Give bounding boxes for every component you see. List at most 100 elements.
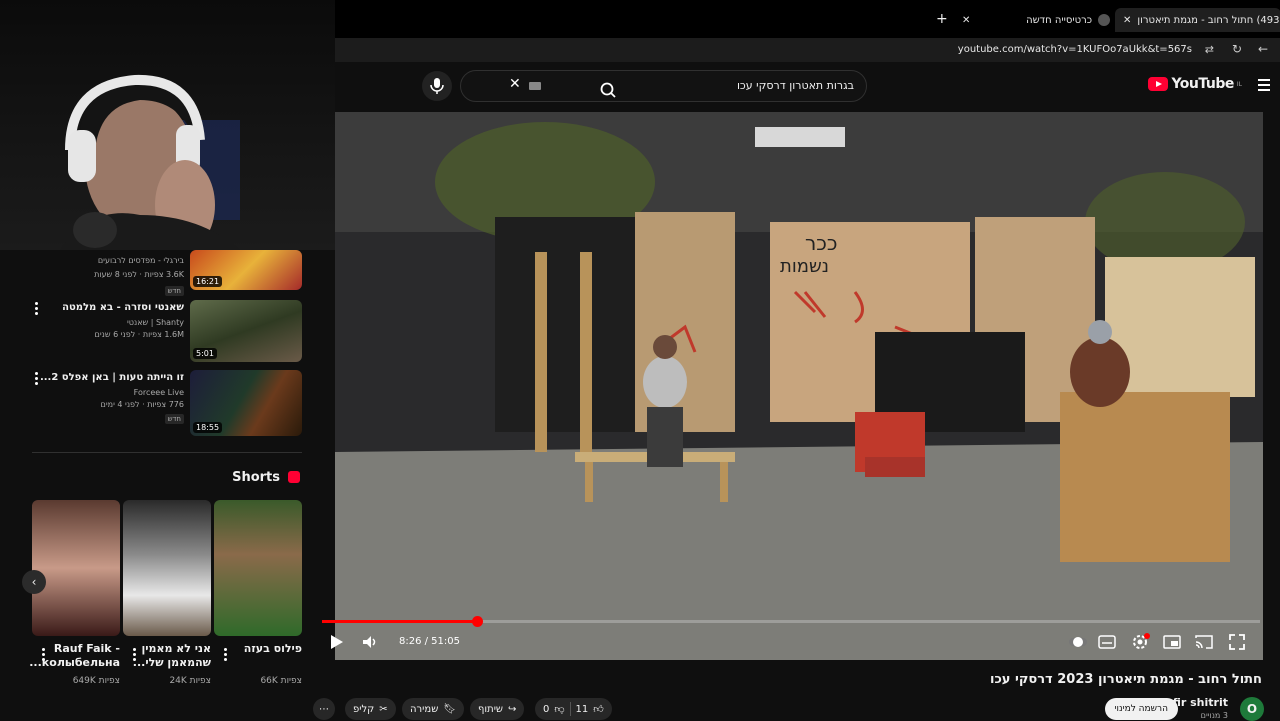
autoplay-toggle-icon[interactable] <box>1068 632 1088 652</box>
more-actions-button[interactable]: ⋯ <box>313 698 335 720</box>
video-meta: 776 צפיות · לפני 4 ימים <box>100 400 184 409</box>
short-title[interactable]: Rauf Faik - колыбельна... <box>29 642 120 670</box>
tab-new-tab[interactable]: ✕ כרטיסייה חדשה <box>960 8 1116 32</box>
related-video-item[interactable]: 18:55 זו הייתה טעות | באן אפלס 2... Forc… <box>40 370 302 436</box>
more-actions-icon[interactable] <box>42 648 45 663</box>
time-display: 8:26 / 51:05 <box>399 636 461 647</box>
video-meta: 3.6K צפיות · לפני 8 שעות <box>94 270 184 279</box>
clear-search-icon[interactable]: ✕ <box>509 76 521 92</box>
video-player[interactable]: ככר נשמות <box>335 112 1263 660</box>
progress-bar[interactable] <box>322 616 1260 627</box>
subscriber-count: 3 מנויים <box>1200 711 1228 720</box>
logo-region: IL <box>1236 80 1242 88</box>
streamer-face-image <box>60 74 240 250</box>
webcam-overlay <box>0 0 335 250</box>
channel-avatar[interactable]: O <box>1240 697 1264 721</box>
video-meta: 1.6M צפיות · לפני 6 שנים <box>94 330 184 339</box>
volume-icon[interactable] <box>360 632 380 652</box>
thumbs-down-icon[interactable]: 👎︎ <box>554 703 564 715</box>
video-title[interactable]: שאנטי וסזרה - בא מלמטה <box>62 302 184 313</box>
scissors-icon: ✂ <box>379 703 388 715</box>
related-sidebar: 16:21 בירגלי - מפדסים לרבועים 3.6K צפיות… <box>0 250 335 720</box>
shorts-heading: Shorts <box>232 470 280 485</box>
tab-current-video[interactable]: ✕ (493) חתול רחוב - מגמת תיאטרון <box>1115 8 1280 32</box>
site-settings-icon[interactable]: ⇄ <box>1205 43 1214 56</box>
youtube-play-logo-icon <box>1148 77 1169 91</box>
more-actions-icon[interactable] <box>224 648 227 663</box>
related-video-item[interactable]: 5:01 שאנטי וסזרה - בא מלמטה שאנטי | Shan… <box>47 300 302 362</box>
subscribe-button[interactable]: הרשמה למינוי <box>1104 698 1178 720</box>
tab-label: (493) חתול רחוב - מגמת תיאטרון <box>1137 14 1280 26</box>
save-label: שמירה <box>410 703 439 715</box>
thumbs-up-icon[interactable]: 👍︎ <box>593 703 603 715</box>
short-title[interactable]: פילוס בעזה <box>214 642 302 656</box>
subtitles-icon[interactable] <box>1097 632 1117 652</box>
channel-name[interactable]: בירגלי - מפדסים לרבועים <box>98 256 184 265</box>
youtube-logo[interactable]: YouTube IL <box>1148 76 1242 92</box>
short-thumbnail[interactable] <box>214 500 302 636</box>
back-arrow-icon[interactable]: ← <box>1258 42 1268 56</box>
short-thumbnail[interactable] <box>32 500 120 636</box>
more-actions-icon[interactable] <box>35 302 38 317</box>
more-actions-icon[interactable] <box>35 372 38 387</box>
video-thumbnail[interactable]: 18:55 <box>190 370 302 436</box>
play-icon[interactable] <box>326 632 346 652</box>
microphone-icon[interactable] <box>422 71 452 101</box>
like-count: 11 <box>575 703 589 715</box>
video-thumbnail[interactable]: 5:01 <box>190 300 302 362</box>
video-title[interactable]: זו הייתה טעות | באן אפלס 2... <box>40 372 184 383</box>
clip-button[interactable]: קליפ ✂ <box>345 698 396 720</box>
short-thumbnail[interactable] <box>123 500 211 636</box>
close-tab-icon[interactable]: ✕ <box>1123 15 1131 26</box>
fullscreen-icon[interactable] <box>1227 632 1247 652</box>
shorts-prev-button[interactable]: ‹ <box>22 570 46 594</box>
svg-text:נשמות: נשמות <box>780 256 829 277</box>
new-tab-button[interactable]: + <box>936 11 948 27</box>
share-label: שיתוף <box>478 703 504 715</box>
video-frame-stage-image: ככר נשמות <box>335 112 1263 660</box>
keyboard-icon[interactable] <box>529 82 541 90</box>
progress-fill <box>322 620 477 623</box>
chrome-favicon-icon <box>1098 14 1110 26</box>
video-duration: 5:01 <box>193 348 217 359</box>
tab-label: כרטיסייה חדשה <box>1026 14 1092 26</box>
search-input[interactable]: בגרות תאטרון דרסקי עכו <box>737 79 854 92</box>
search-icon[interactable] <box>594 76 624 106</box>
clip-label: קליפ <box>353 703 375 715</box>
more-horizontal-icon: ⋯ <box>319 703 329 715</box>
bookmark-icon: 🔖︎ <box>443 703 456 715</box>
channel-name[interactable]: Forceee Live <box>134 388 184 397</box>
miniplayer-icon[interactable] <box>1162 632 1182 652</box>
reload-icon[interactable]: ↻ <box>1232 42 1242 56</box>
dislike-count: 0 <box>543 703 550 715</box>
like-dislike-group[interactable]: 0 👎︎ 11 👍︎ <box>535 698 612 720</box>
new-badge: חדש <box>164 414 184 424</box>
more-actions-icon[interactable] <box>133 648 136 663</box>
shorts-logo-icon <box>288 471 300 483</box>
close-tab-icon[interactable]: ✕ <box>962 15 970 26</box>
svg-text:ככר: ככר <box>805 231 837 255</box>
hamburger-menu-icon[interactable] <box>1258 79 1270 94</box>
new-badge: חדש <box>164 286 184 296</box>
divider <box>569 702 571 716</box>
channel-name[interactable]: שאנטי | Shanty <box>127 318 184 327</box>
cast-icon[interactable] <box>1194 632 1214 652</box>
logo-text: YouTube <box>1171 76 1234 92</box>
url-text[interactable]: youtube.com/watch?v=1KUFOo7aUkk&t=567s <box>958 44 1192 55</box>
short-title[interactable]: אני לא מאמין שהמאמן שלי... <box>123 642 211 670</box>
save-button[interactable]: שמירה 🔖︎ <box>402 698 464 720</box>
video-duration: 16:21 <box>193 276 223 287</box>
share-arrow-icon: ↪ <box>508 703 517 715</box>
video-thumbnail[interactable]: 16:21 <box>190 250 302 290</box>
divider <box>32 452 302 453</box>
video-duration: 18:55 <box>193 422 223 433</box>
address-bar[interactable]: youtube.com/watch?v=1KUFOo7aUkk&t=567s ⇄… <box>335 38 1280 62</box>
short-views: 24K צפיות <box>169 676 211 686</box>
video-title: חתול רחוב - מגמת תיאטרון 2023 דרסקי עכו <box>989 672 1262 687</box>
scrubber-handle[interactable] <box>471 616 483 627</box>
search-box[interactable]: בגרות תאטרון דרסקי עכו ✕ <box>460 70 867 102</box>
short-views: 66K צפיות <box>260 676 302 686</box>
short-views: 649K צפיות <box>72 676 120 686</box>
settings-gear-icon[interactable] <box>1130 632 1150 652</box>
share-button[interactable]: שיתוף ↪ <box>470 698 525 720</box>
